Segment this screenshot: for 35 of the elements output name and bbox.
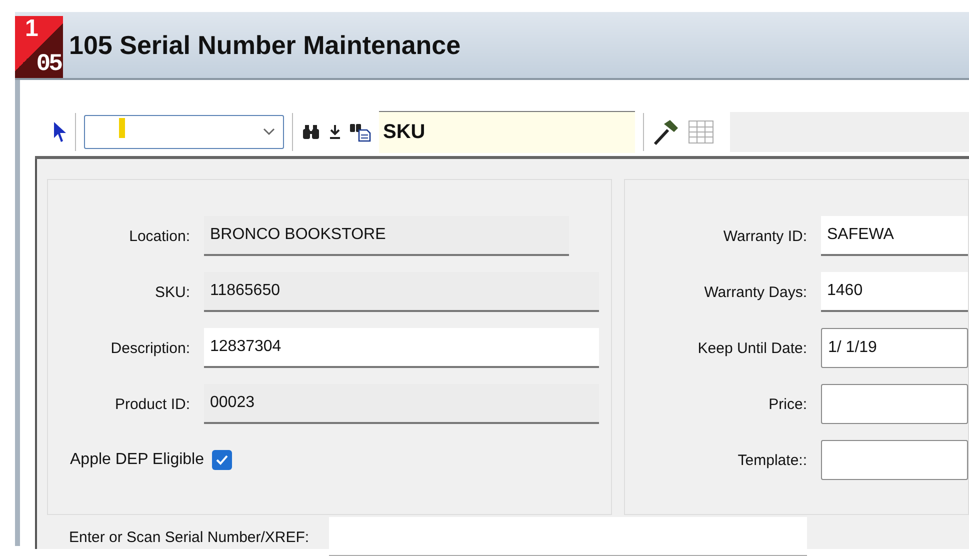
input-field[interactable]: 12837304 (204, 328, 599, 368)
field-label: Keep Until Date: (696, 340, 808, 356)
logo-text: 1 (25, 16, 38, 42)
download-arrow-icon[interactable] (329, 124, 341, 140)
field-label: Price: (768, 396, 808, 412)
field-label: Warranty Days: (703, 284, 808, 300)
field-label: Template:: (736, 452, 808, 468)
input-field[interactable]: 1/ 1/19 (821, 328, 968, 368)
input-field[interactable]: SAFEWA (821, 216, 968, 256)
input-field[interactable]: 1460 (821, 272, 968, 312)
checkbox[interactable] (212, 450, 232, 470)
dropdown-chevron-icon[interactable] (263, 128, 275, 136)
field-label: SKU: (154, 284, 191, 300)
pointer-icon[interactable] (53, 121, 67, 143)
search-field[interactable]: SKU (379, 111, 635, 153)
combo-box[interactable] (84, 115, 284, 149)
field-label: Description: (110, 340, 191, 356)
binoculars-document-icon[interactable] (349, 122, 371, 142)
field-label: Product ID: (114, 396, 191, 412)
readonly-field: 00023 (204, 384, 599, 424)
input-field[interactable] (821, 384, 968, 424)
text-cursor-icon (119, 118, 125, 138)
field-label: Warranty ID: (722, 228, 808, 244)
field-label: Enter or Scan Serial Number/XREF: (69, 528, 310, 546)
hammer-icon[interactable] (652, 118, 680, 146)
readonly-field: BRONCO BOOKSTORE (204, 216, 569, 256)
checkmark-icon (215, 454, 230, 466)
binoculars-icon[interactable] (301, 124, 321, 140)
field-label: Location: (128, 228, 191, 244)
logo-text: 05 (36, 52, 61, 78)
checkbox-label: Apple DEP Eligible (70, 451, 204, 469)
serial-number-field[interactable] (329, 517, 808, 556)
input-field[interactable] (821, 440, 968, 480)
readonly-field: 11865650 (204, 272, 599, 312)
window-title: 105 Serial Number Maintenance (69, 30, 461, 60)
